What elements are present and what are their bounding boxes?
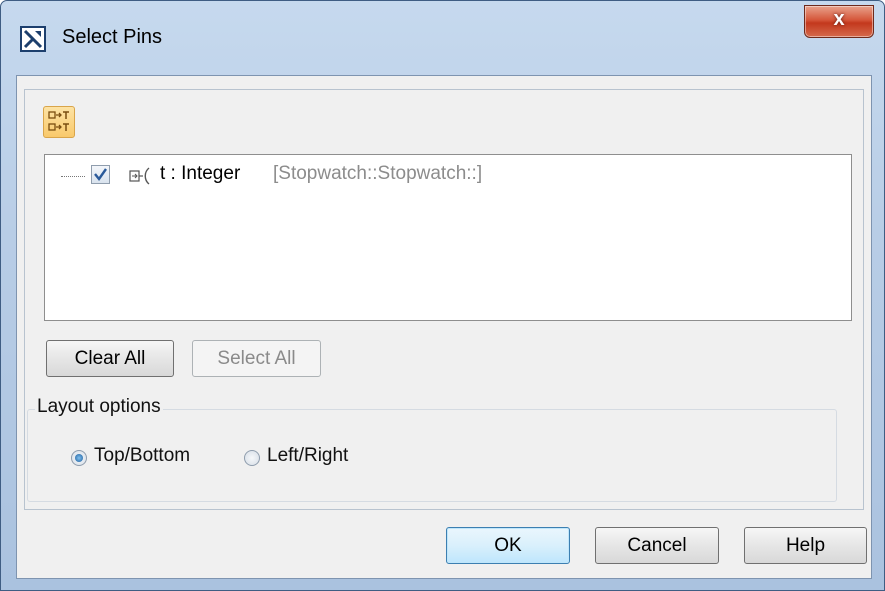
radio-left-right-label[interactable]: Left/Right	[267, 445, 348, 467]
close-button[interactable]: x	[804, 5, 874, 38]
pin-icon	[129, 167, 150, 185]
checkmark-icon	[94, 168, 107, 182]
radio-top-bottom[interactable]	[71, 450, 87, 466]
pins-panel: t : Integer [Stopwatch::Stopwatch::] Cle…	[24, 89, 864, 510]
close-icon: x	[833, 8, 845, 30]
radio-left-right[interactable]	[244, 450, 260, 466]
radio-top-bottom-label[interactable]: Top/Bottom	[94, 445, 190, 467]
pin-display-toggle-icon	[48, 111, 69, 131]
layout-options-legend: Layout options	[35, 396, 163, 418]
help-button[interactable]: Help	[744, 527, 867, 564]
pin-owner-path: [Stopwatch::Stopwatch::]	[273, 163, 483, 184]
cancel-button[interactable]: Cancel	[595, 527, 719, 564]
dialog-body: t : Integer [Stopwatch::Stopwatch::] Cle…	[16, 75, 872, 579]
clear-all-button[interactable]: Clear All	[46, 340, 174, 377]
app-icon	[20, 26, 46, 52]
pin-name: t : Integer	[160, 163, 241, 184]
title-bar[interactable]: Select Pins x	[1, 1, 884, 79]
ok-button[interactable]: OK	[446, 527, 570, 564]
tree-connector	[61, 176, 85, 177]
select-all-button[interactable]: Select All	[192, 340, 321, 377]
select-pins-dialog: Select Pins x t: Integer [Stopwatch::St…	[0, 0, 885, 591]
pin-checkbox[interactable]	[91, 165, 110, 184]
window-title: Select Pins	[62, 26, 163, 48]
pin-display-toggle-button[interactable]	[43, 106, 75, 138]
pins-tree[interactable]: t : Integer [Stopwatch::Stopwatch::]	[44, 154, 852, 321]
radio-selected-dot	[75, 454, 83, 462]
tree-row[interactable]: t : Integer [Stopwatch::Stopwatch::]	[45, 163, 845, 189]
